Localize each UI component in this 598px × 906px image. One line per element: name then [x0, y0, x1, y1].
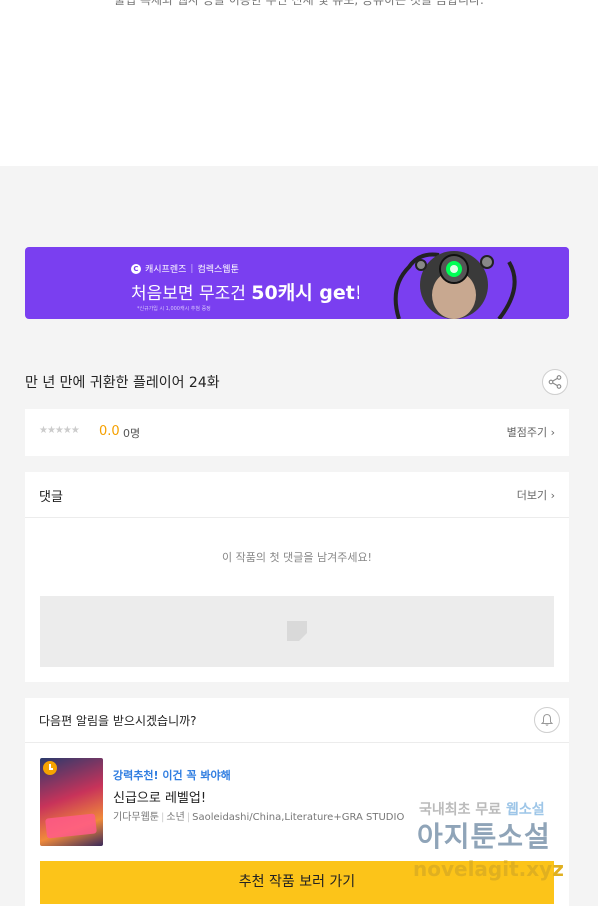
comments-header: 댓글 더보기 › — [25, 472, 569, 518]
clock-icon — [43, 761, 57, 775]
next-episode-header: 다음편 알림을 받으시겠습니까? — [25, 698, 569, 743]
episode-title: 만 년 만에 귀환한 플레이어 24화 — [25, 375, 220, 391]
ad-banner[interactable]: C 캐시프렌즈 | 컴렉스웹툰 처음보면 무조건 50캐시 get!! *신규가… — [25, 247, 569, 319]
rate-button[interactable]: 별점주기 › — [507, 424, 555, 440]
share-icon — [548, 375, 562, 389]
banner-brand: C 캐시프렌즈 | 컴렉스웹툰 — [131, 262, 239, 275]
recommended-meta: 기다무웹툰 | 소년 | Saoleidashi/China,Literature+GR… — [113, 808, 404, 823]
meta-platform: 기다무웹툰 — [113, 812, 159, 823]
thumbnail-logo — [45, 813, 97, 839]
copyright-notice: 불법 복제와 웹사 등을 이용한 무단 전재 및 유포, 공유하는 것을 금합니… — [114, 0, 484, 7]
meta-author: Saoleidashi/China,Literature+GRA STUDIO — [192, 812, 405, 823]
comments-card: 댓글 더보기 › 이 작품의 첫 댓글을 남겨주세요! — [25, 472, 569, 682]
rating-stars: ★★★★★ — [39, 425, 80, 436]
recommended-thumbnail[interactable] — [40, 758, 103, 846]
banner-brand-name: 캐시프렌즈 — [145, 265, 187, 275]
next-episode-card: 다음편 알림을 받으시겠습니까? 강력추천! 이건 꼭 봐야해 신급으로 레벨업… — [25, 698, 569, 906]
meta-genre: 소년 — [166, 812, 185, 823]
banner-headline: 처음보면 무조건 50캐시 get!! — [131, 278, 372, 305]
notification-button[interactable] — [534, 707, 560, 733]
banner-headline-highlight: 50캐시 get!! — [251, 282, 373, 304]
comments-title: 댓글 — [39, 490, 63, 505]
top-section: 불법 복제와 웹사 등을 이용한 무단 전재 및 유포, 공유하는 것을 금합니… — [0, 0, 598, 166]
meta-separator: | — [186, 812, 191, 823]
next-episode-question: 다음편 알림을 받으시겠습니까? — [39, 714, 197, 728]
cash-logo-icon: C — [131, 263, 141, 274]
banner-separator: | — [190, 263, 194, 274]
banner-headline-prefix: 처음보면 무조건 — [131, 284, 252, 304]
recommended-title[interactable]: 신급으로 레벨업! — [113, 787, 206, 806]
recommended-works-button[interactable]: 추천 작품 보러 가기 — [40, 861, 554, 904]
cyborg-illustration-icon — [359, 247, 569, 319]
rating-score: 0.0 — [99, 424, 120, 439]
banner-partner: 컴렉스웹툰 — [197, 265, 239, 275]
comment-input-box[interactable] — [40, 596, 554, 667]
comments-empty-message: 이 작품의 첫 댓글을 남겨주세요! — [222, 551, 372, 564]
meta-separator: | — [161, 812, 165, 823]
rating-count: 0명 — [123, 427, 141, 440]
recommendation-tag: 강력추천! 이건 꼭 봐야해 — [113, 769, 231, 782]
share-button[interactable] — [542, 369, 568, 395]
bell-icon — [540, 713, 554, 726]
banner-fine-print: *신규가입 시 1,000캐시 추첨 증정 — [137, 306, 211, 312]
note-icon — [287, 621, 307, 641]
rating-card: ★★★★★ 0.0 0명 별점주기 › — [25, 409, 569, 456]
comments-more-link[interactable]: 더보기 › — [517, 487, 555, 503]
